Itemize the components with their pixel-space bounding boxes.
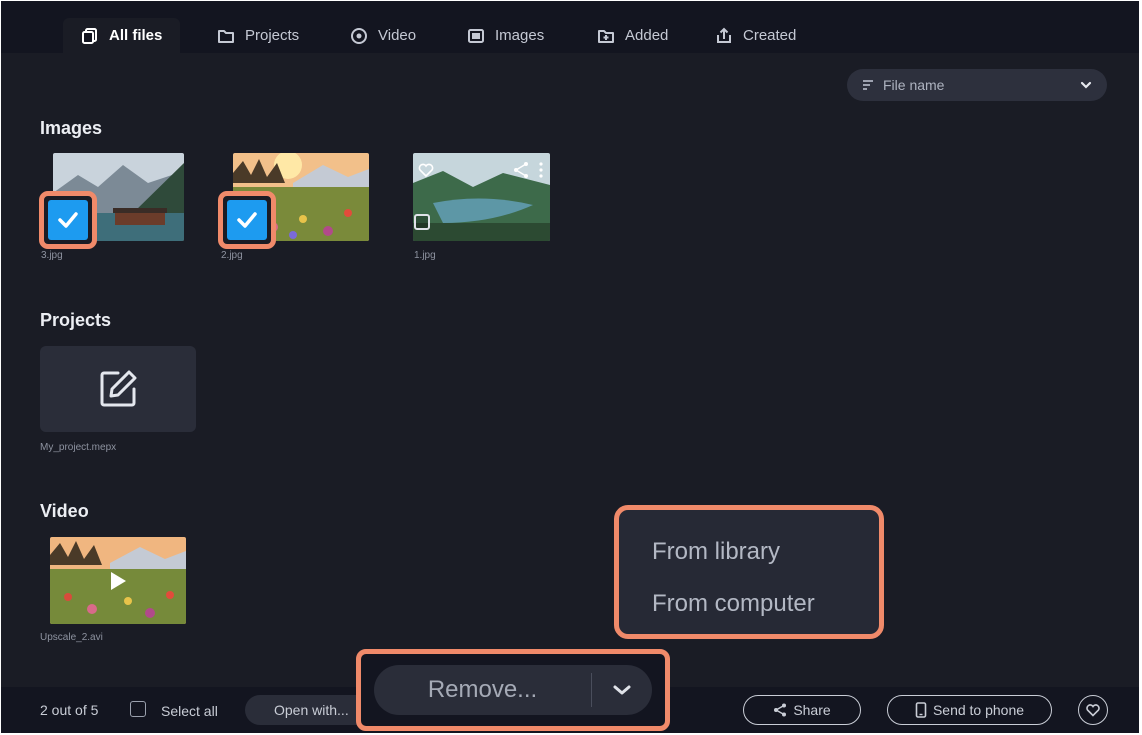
export-icon [717,27,731,43]
share-icon [774,703,787,717]
tab-label: Added [625,27,669,44]
section-title-images: Images [40,118,103,138]
remove-button[interactable]: Remove... [374,676,591,704]
remove-options-menu: From library From computer [614,505,884,639]
checkmark-icon [58,212,78,228]
checkmark-icon [237,212,257,228]
heart-icon[interactable] [417,161,435,179]
file-name: Upscale_2.avi [40,632,103,643]
sort-dropdown[interactable]: File name [847,69,1107,101]
tab-images[interactable]: Images [449,18,562,53]
remove-button-highlight: Remove... [356,649,670,731]
image-icon [468,28,484,43]
sort-icon [863,80,873,90]
remove-dropdown-toggle[interactable] [592,683,652,697]
checkbox-highlight [39,191,97,249]
edit-project-icon [100,370,137,407]
chevron-down-icon [613,685,631,695]
tab-created[interactable]: Created [697,18,814,53]
phone-icon [915,702,927,718]
media-library-window: All files Projects Video Images Added Cr… [1,1,1139,733]
tab-video[interactable]: Video [332,18,434,53]
tab-all-files[interactable]: All files [63,18,181,53]
all-files-icon [82,27,97,44]
tab-label: Video [378,27,417,44]
favorites-button[interactable] [1078,695,1108,725]
select-all-label[interactable]: Select all [161,703,218,719]
added-icon [598,29,614,43]
file-name: 2.jpg [221,250,243,261]
tab-label: Images [495,27,545,44]
file-name: My_project.mepx [40,442,117,453]
image-thumbnail-1[interactable] [413,153,550,241]
send-to-phone-button[interactable]: Send to phone [887,695,1052,725]
file-name: 3.jpg [41,250,63,261]
tab-projects[interactable]: Projects [199,18,317,53]
menu-item-from-library[interactable]: From library [652,532,879,584]
tab-label: Created [743,27,797,44]
share-button[interactable]: Share [743,695,861,725]
remove-split-button: Remove... [374,665,652,715]
play-circle-icon [351,27,367,44]
file-name: 1.jpg [414,250,436,261]
tab-label: All files [109,27,163,44]
selection-count: 2 out of 5 [40,702,99,718]
checkbox-highlight [218,191,276,249]
image-checkbox-3[interactable] [48,200,88,240]
heart-icon [1086,704,1100,717]
tab-bar: All files Projects Video Images Added Cr… [1,1,1139,53]
tab-label: Projects [245,27,300,44]
menu-item-from-computer[interactable]: From computer [652,584,879,636]
video-thumbnail[interactable] [50,537,186,624]
project-card[interactable] [40,346,196,432]
image-checkbox-2[interactable] [227,200,267,240]
folder-icon [218,29,234,43]
select-all-checkbox[interactable] [130,701,146,717]
meadow-video-image [50,537,186,624]
section-title-projects: Projects [40,310,112,330]
send-to-phone-label: Send to phone [932,702,1025,718]
share-label: Share [793,702,831,718]
share-icon[interactable] [513,161,529,179]
sort-label: File name [883,77,945,93]
image-checkbox-1[interactable] [414,214,430,230]
chevron-down-icon [1080,81,1092,89]
tab-added[interactable]: Added [579,18,686,53]
more-options-icon[interactable] [537,161,545,179]
section-title-video: Video [40,501,89,521]
